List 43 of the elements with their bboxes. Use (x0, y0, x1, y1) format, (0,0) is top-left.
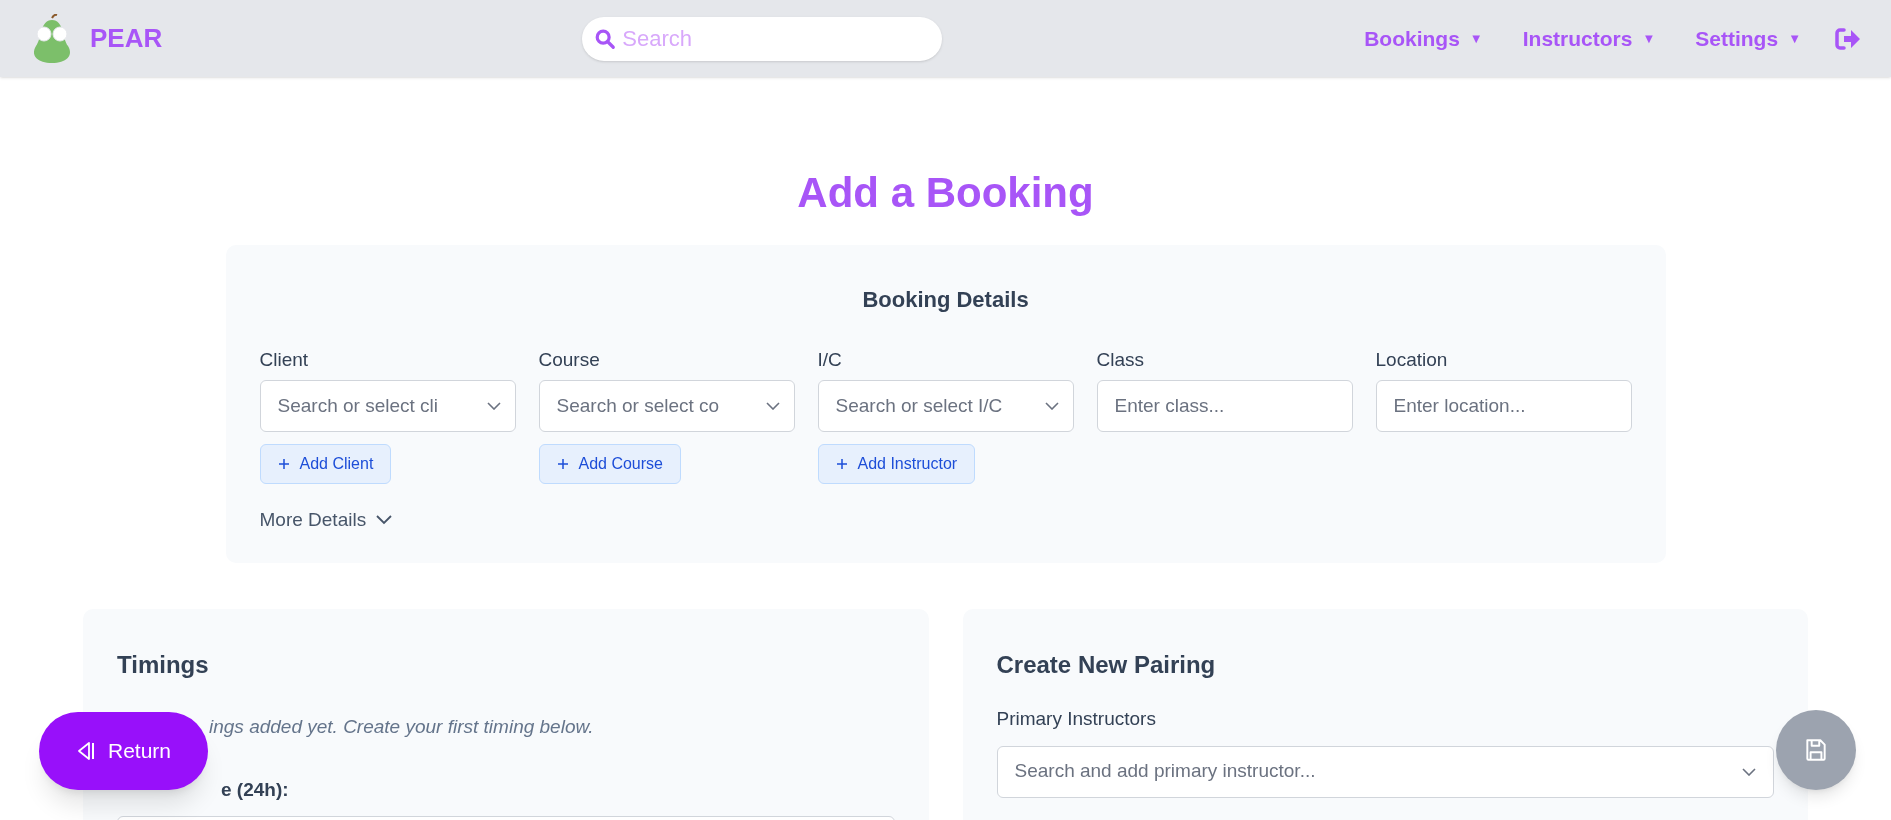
field-label: Course (538, 348, 601, 370)
chevron-down-icon (1044, 402, 1059, 410)
more-details-toggle[interactable]: More Details (259, 506, 393, 535)
add-button[interactable]: Add Course (538, 444, 681, 484)
empty-message: ings added yet. Create your first timing below. (209, 715, 594, 739)
add-button[interactable]: Add Instructor (817, 444, 976, 484)
nav-menu[interactable]: Settings ▼ (1695, 22, 1801, 55)
field-label: Primary Instructors (996, 707, 1157, 731)
caret-icon: ▼ (1642, 28, 1656, 49)
add-button[interactable]: Add Client (259, 444, 392, 484)
select-field[interactable]: Search or select co (538, 380, 795, 432)
save-icon (1803, 737, 1829, 763)
text-field[interactable]: Enter class... (1096, 380, 1353, 432)
logout-icon[interactable] (1835, 26, 1861, 51)
card-heading: Timings (117, 650, 210, 680)
brand-name: PEAR (90, 22, 163, 55)
primary-instructor-select[interactable]: Search and add primary instructor... (996, 745, 1774, 798)
chevron-down-icon (376, 515, 393, 526)
chevron-down-icon (1742, 767, 1756, 776)
nav-menu[interactable]: Bookings ▼ (1364, 22, 1483, 55)
search-field[interactable]: Search (582, 16, 943, 61)
field-label: Location (1375, 348, 1449, 370)
chevron-down-icon (486, 402, 501, 410)
field-label: Class (1096, 348, 1145, 370)
caret-icon: ▼ (1788, 28, 1801, 49)
card-heading: Create New Pairing (996, 650, 1217, 680)
caret-icon: ▼ (1469, 28, 1483, 49)
nav-menu[interactable]: Instructors ▼ (1522, 22, 1656, 55)
select-field[interactable]: Search or select cli (259, 380, 516, 432)
plus-icon (556, 458, 569, 470)
return-button[interactable]: Return (39, 712, 208, 790)
field-label: e (24h): (221, 777, 289, 802)
select-field[interactable]: Search or select I/C (817, 380, 1074, 432)
card-heading: Booking Details (861, 286, 1030, 314)
search-icon (594, 27, 617, 50)
field-label: Client (259, 348, 310, 370)
chevron-down-icon (765, 402, 780, 410)
plus-icon (277, 458, 290, 470)
text-field[interactable]: Enter location... (1375, 380, 1632, 432)
page-title: Add a Booking (796, 169, 1095, 217)
field-label: I/C (817, 348, 843, 370)
plus-icon (835, 458, 848, 470)
return-icon (76, 741, 96, 761)
